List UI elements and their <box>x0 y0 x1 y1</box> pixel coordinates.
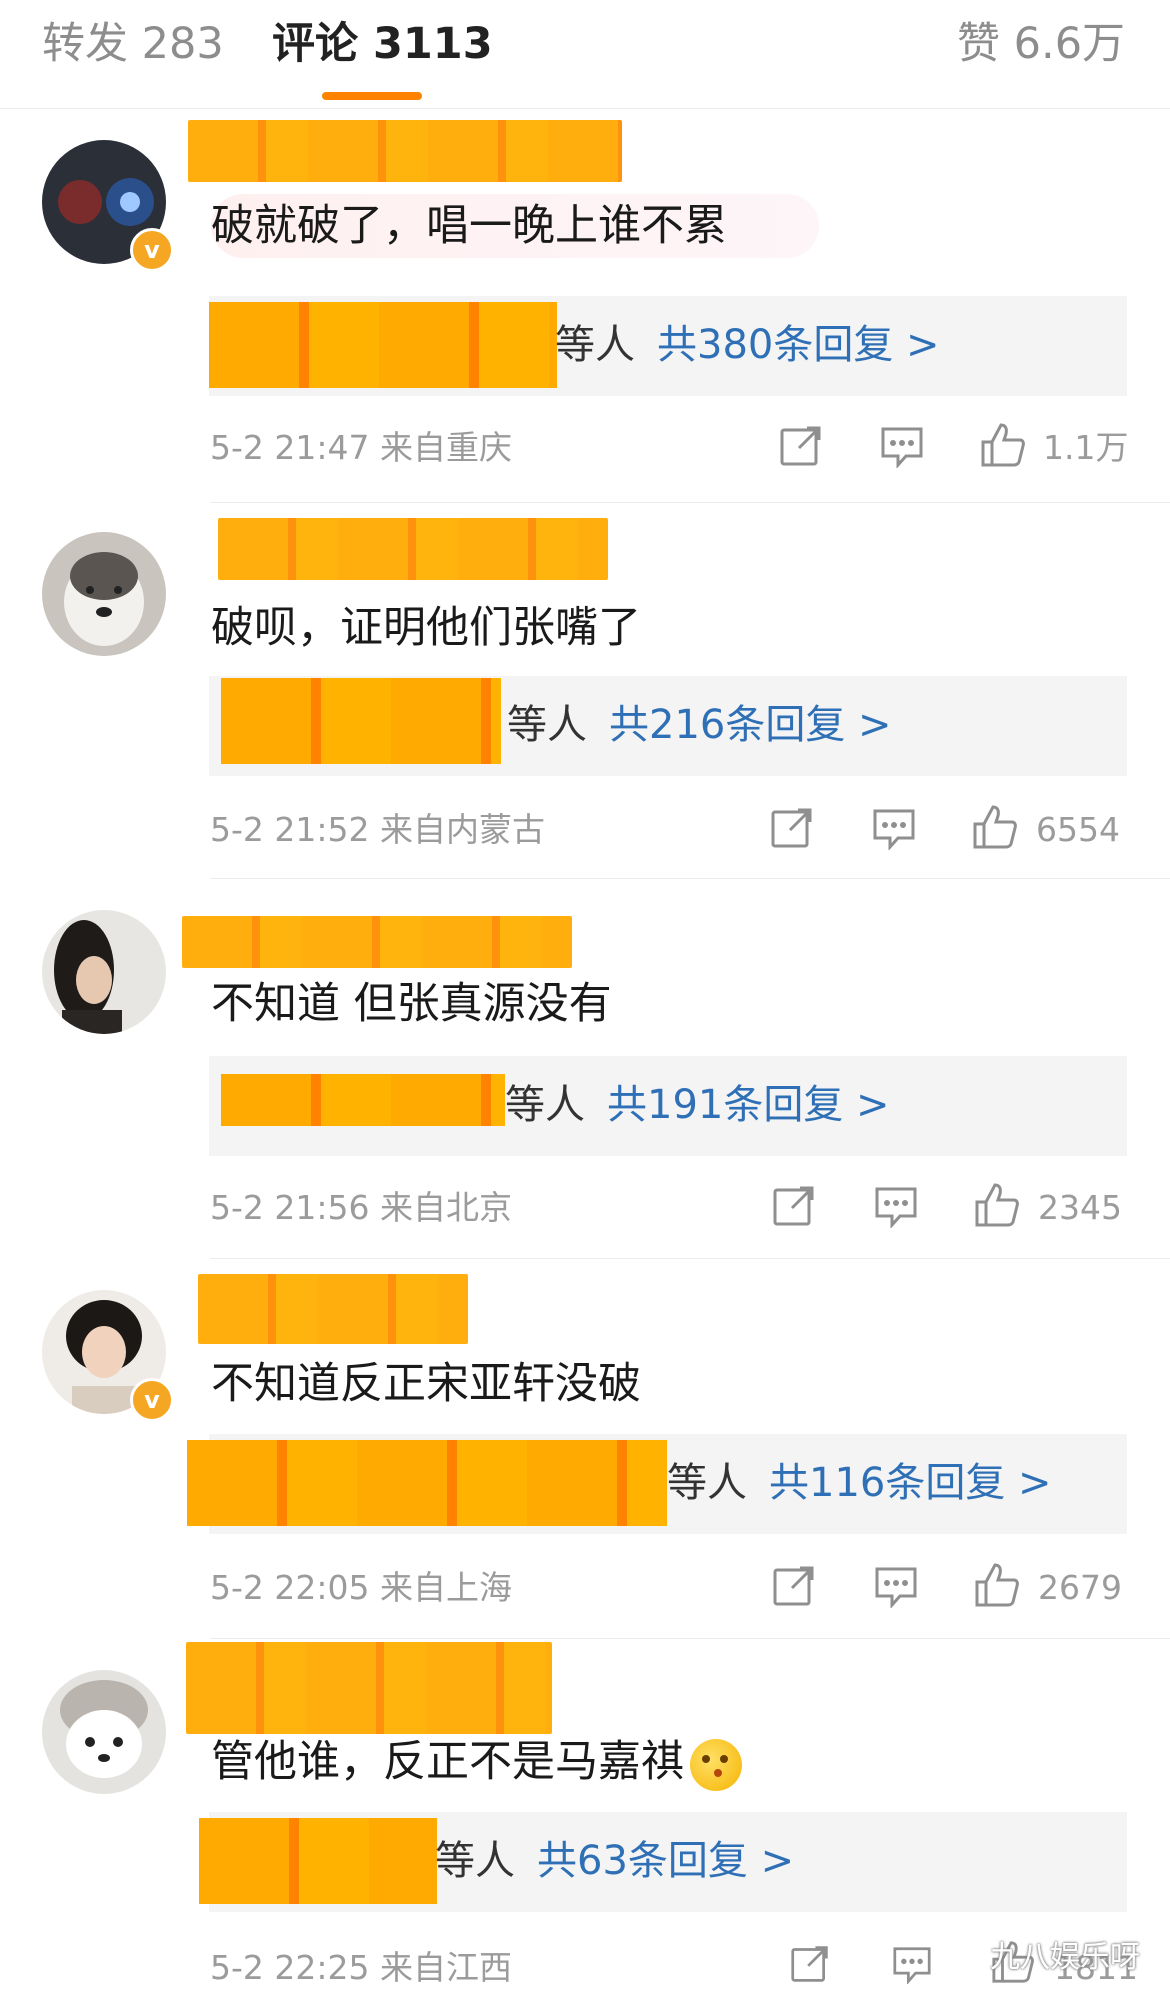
like-count: 2345 <box>1038 1188 1122 1227</box>
like-icon[interactable] <box>972 804 1018 856</box>
comment-text: 不知道 但张真源没有 <box>211 979 612 1029</box>
share-icon[interactable] <box>772 1564 816 1616</box>
share-icon[interactable] <box>779 424 823 476</box>
share-icon[interactable] <box>772 1184 816 1236</box>
share-icon[interactable] <box>770 806 814 858</box>
view-replies-link[interactable]: 共191条回复 > <box>607 1082 890 1128</box>
replier-names-redacted <box>209 302 557 388</box>
replier-names-redacted <box>221 678 501 764</box>
replies-suffix: 等人 <box>667 1460 747 1506</box>
active-tab-indicator <box>322 92 422 100</box>
replies-suffix: 等人 <box>555 322 635 368</box>
replies-preview[interactable]: 等人 共380条回复 > <box>209 296 1127 396</box>
verified-badge-icon: v <box>130 1378 174 1422</box>
comment-icon[interactable] <box>872 808 916 860</box>
comment-icon[interactable] <box>880 426 924 478</box>
like-count: 1.1万 <box>1043 428 1129 467</box>
username-redacted[interactable] <box>182 916 572 968</box>
like-count: 2679 <box>1038 1568 1122 1607</box>
view-replies-link[interactable]: 共380条回复 > <box>657 322 940 368</box>
avatar[interactable] <box>42 532 166 656</box>
comment-text: 破呗，证明他们张嘴了 <box>211 603 641 653</box>
comment-item: v 不知道反正宋亚轩没破 等人 共116条回复 > 5-2 22:05 来自上海 … <box>0 1260 1170 1639</box>
like-icon[interactable] <box>974 1562 1020 1614</box>
view-replies-link[interactable]: 共116条回复 > <box>769 1460 1052 1506</box>
comment-tabs: 转发 283 评论 3113 赞 6.6万 <box>0 0 1170 109</box>
comment-text: 破就破了，唱一晚上谁不累 <box>211 194 819 258</box>
replies-preview[interactable]: 等人 共191条回复 > <box>209 1056 1127 1156</box>
comment-text: 管他谁，反正不是马嘉祺 <box>211 1730 742 1794</box>
comment-time: 5-2 21:52 <box>210 810 370 849</box>
like-icon[interactable] <box>974 1182 1020 1234</box>
comment-time: 5-2 21:56 <box>210 1188 370 1227</box>
username-redacted[interactable] <box>198 1274 468 1344</box>
comment-text-content: 管他谁，反正不是马嘉祺 <box>211 1737 684 1787</box>
comment-text: 不知道反正宋亚轩没破 <box>211 1359 641 1409</box>
verified-badge-icon: v <box>130 228 174 272</box>
divider <box>210 1638 1170 1639</box>
comment-location: 来自北京 <box>380 1188 512 1227</box>
comment-icon[interactable] <box>890 1946 934 1998</box>
avatar[interactable] <box>42 910 166 1034</box>
replies-suffix: 等人 <box>505 1082 585 1128</box>
like-count: 6554 <box>1036 810 1120 849</box>
replier-names-redacted <box>199 1818 437 1904</box>
replies-preview[interactable]: 等人 共63条回复 > <box>199 1812 1127 1912</box>
comment-time: 5-2 21:47 <box>210 428 370 467</box>
comment-location: 来自江西 <box>380 1948 512 1987</box>
comment-icon[interactable] <box>874 1566 918 1618</box>
replier-names-redacted <box>221 1074 505 1126</box>
comment-item: v 破就破了，唱一晚上谁不累 等人 共380条回复 > 5-2 21:47 来自重… <box>0 110 1170 503</box>
replier-names-redacted <box>187 1440 667 1526</box>
username-redacted[interactable] <box>218 518 608 580</box>
replies-suffix: 等人 <box>507 702 587 748</box>
tab-likes[interactable]: 赞 6.6万 <box>957 14 1125 74</box>
replies-preview[interactable]: 等人 共216条回复 > <box>209 676 1127 776</box>
tab-repost[interactable]: 转发 283 <box>42 14 224 74</box>
watermark: 九八娱乐呀 <box>990 1940 1140 1975</box>
replies-preview[interactable]: 等人 共116条回复 > <box>187 1434 1127 1534</box>
view-replies-link[interactable]: 共216条回复 > <box>609 702 892 748</box>
comment-time: 5-2 22:05 <box>210 1568 370 1607</box>
like-icon[interactable] <box>980 422 1026 474</box>
comment-item: 破呗，证明他们张嘴了 等人 共216条回复 > 5-2 21:52 来自内蒙古 6… <box>0 500 1170 879</box>
comment-icon[interactable] <box>874 1186 918 1238</box>
username-redacted[interactable] <box>188 120 622 182</box>
avatar[interactable] <box>42 1670 166 1794</box>
kiss-emoji-icon <box>690 1738 742 1791</box>
username-redacted[interactable] <box>186 1642 552 1734</box>
comment-item: 不知道 但张真源没有 等人 共191条回复 > 5-2 21:56 来自北京 23… <box>0 880 1170 1259</box>
share-icon[interactable] <box>788 1944 832 1996</box>
tab-comments[interactable]: 评论 3113 <box>272 14 493 74</box>
comment-location: 来自上海 <box>380 1568 512 1607</box>
comment-time: 5-2 22:25 <box>210 1948 370 1987</box>
comment-location: 来自重庆 <box>380 428 512 467</box>
view-replies-link[interactable]: 共63条回复 > <box>537 1838 794 1884</box>
divider <box>210 878 1170 879</box>
divider <box>210 1258 1170 1259</box>
comment-location: 来自内蒙古 <box>380 810 545 849</box>
replies-suffix: 等人 <box>435 1838 515 1884</box>
